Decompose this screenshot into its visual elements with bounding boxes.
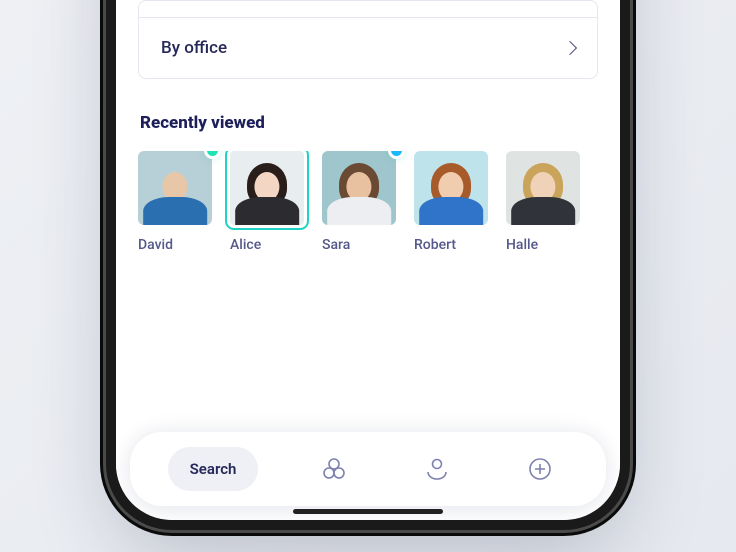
person-card[interactable]: Alice <box>230 151 304 253</box>
tab-add[interactable] <box>512 447 568 491</box>
filter-row-by-office[interactable]: By office <box>139 17 597 78</box>
tab-groups[interactable] <box>306 447 362 491</box>
avatar-wrap <box>414 151 488 225</box>
person-card[interactable]: Sara <box>322 151 396 253</box>
filter-label: By office <box>161 38 227 58</box>
tab-search[interactable]: Search <box>168 447 259 491</box>
phone-frame: By office Recently viewed David Alice Sara… <box>116 0 620 520</box>
person-name: Robert <box>414 237 488 253</box>
avatar <box>414 151 488 225</box>
plus-circle-icon <box>526 455 554 483</box>
recently-viewed-title: Recently viewed <box>140 113 598 133</box>
avatar <box>322 151 396 225</box>
person-card[interactable]: Halle <box>506 151 580 253</box>
avatar <box>138 151 212 225</box>
avatar <box>230 151 304 225</box>
screen: By office Recently viewed David Alice Sara… <box>116 0 620 520</box>
tab-profile[interactable] <box>409 447 465 491</box>
person-card[interactable]: Robert <box>414 151 488 253</box>
profile-icon <box>423 455 451 483</box>
tab-bar: Search <box>130 432 606 506</box>
avatar-wrap <box>138 151 212 225</box>
groups-icon <box>320 455 348 483</box>
person-name: Alice <box>230 237 304 253</box>
recently-viewed-list[interactable]: David Alice Sara Robert Halle <box>138 151 620 253</box>
filter-card: By office <box>138 0 598 79</box>
avatar-wrap <box>506 151 580 225</box>
avatar <box>506 151 580 225</box>
avatar-wrap <box>322 151 396 225</box>
person-name: Sara <box>322 237 396 253</box>
person-name: Halle <box>506 237 580 253</box>
person-card[interactable]: David <box>138 151 212 253</box>
chevron-right-icon <box>563 41 577 55</box>
person-name: David <box>138 237 212 253</box>
avatar-wrap <box>230 151 304 225</box>
filter-row-prev[interactable] <box>139 1 597 17</box>
tab-search-label: Search <box>190 460 237 478</box>
home-indicator <box>293 509 443 514</box>
